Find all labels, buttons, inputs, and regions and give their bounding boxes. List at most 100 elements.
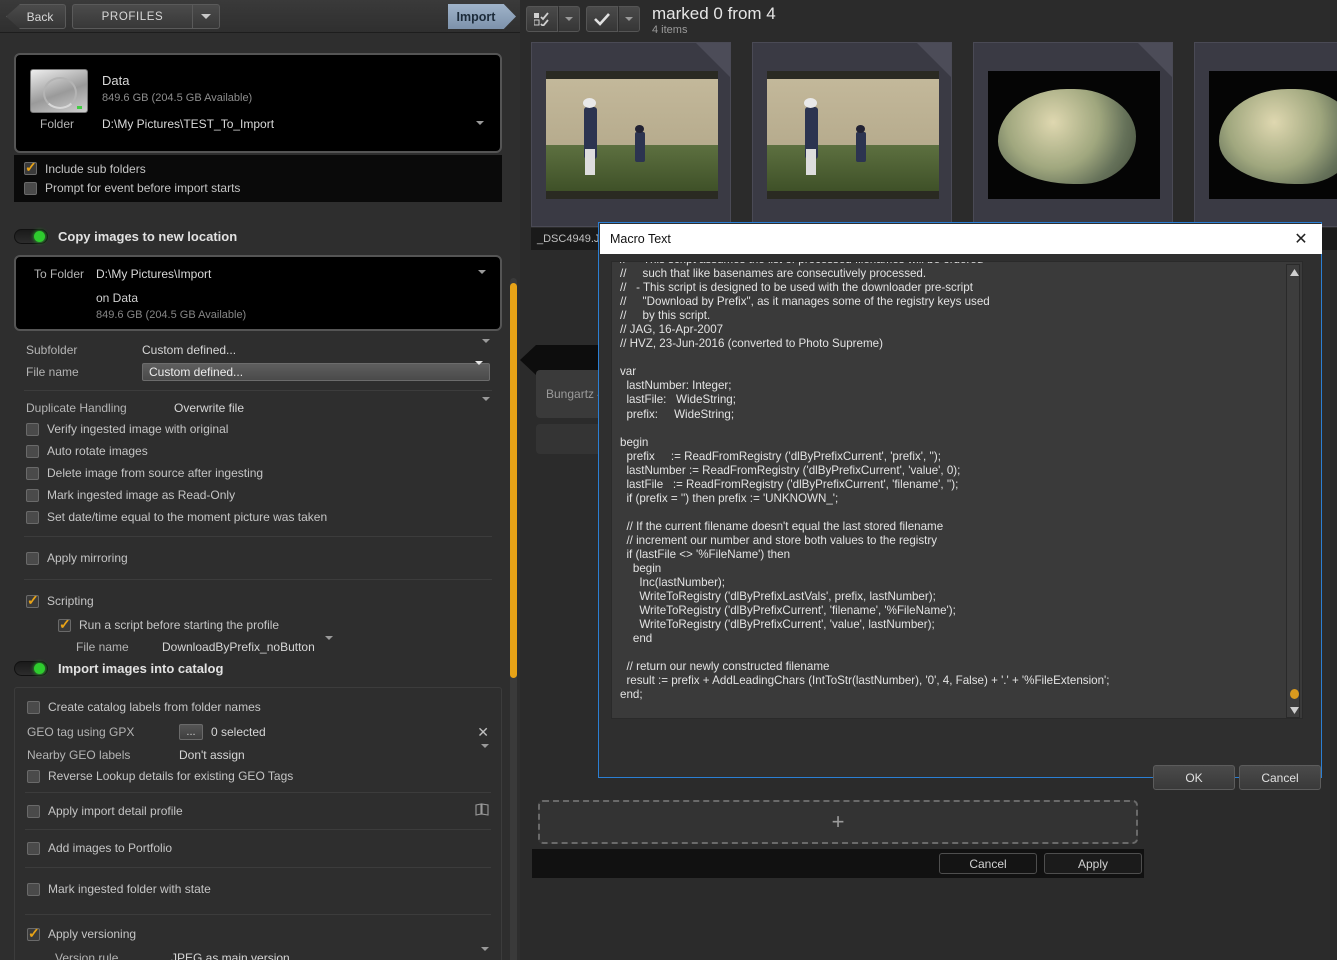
macro-dialog-titlebar[interactable]: Macro Text ✕	[600, 224, 1322, 254]
run-script-row[interactable]: Run a script before starting the profile	[14, 614, 502, 636]
nearby-geo-label: Nearby GEO labels	[27, 747, 131, 762]
geo-tag-browse-button[interactable]: ...	[179, 724, 203, 740]
thumbnail-cell[interactable]	[1194, 42, 1337, 227]
duplicate-handling-value[interactable]: Overwrite file	[174, 401, 244, 415]
subfolder-row[interactable]: Subfolder Custom defined...	[14, 338, 502, 360]
apply-mirroring-checkbox[interactable]	[26, 551, 39, 565]
back-button[interactable]: Back	[6, 4, 66, 29]
items-count-label: 4 items	[652, 24, 688, 36]
read-only-checkbox[interactable]	[26, 488, 39, 502]
ok-button[interactable]: OK	[1153, 765, 1235, 790]
prompt-for-event-checkbox[interactable]	[24, 181, 37, 195]
add-portfolio-row[interactable]: Add images to Portfolio	[15, 835, 501, 861]
mark-selection-dropdown[interactable]	[558, 6, 580, 32]
to-folder-value[interactable]: D:\My Pictures\Import	[96, 267, 211, 281]
clear-gpx-icon[interactable]: ✕	[477, 724, 489, 741]
thumbnail-cell[interactable]	[973, 42, 1173, 227]
chevron-down-icon	[478, 270, 486, 288]
mark-selection-button[interactable]	[526, 6, 558, 32]
version-rule-dropdown[interactable]	[481, 946, 489, 960]
apply-detail-profile-row[interactable]: Apply import detail profile	[15, 798, 501, 824]
prompt-for-event-row[interactable]: Prompt for event before import starts	[14, 177, 502, 199]
source-folder-dropdown[interactable]	[476, 121, 484, 139]
cancel-button[interactable]: Cancel	[1239, 765, 1321, 790]
geo-tag-row[interactable]: GEO tag using GPX ... 0 selected ✕	[15, 720, 501, 744]
run-script-checkbox[interactable]	[58, 616, 71, 632]
scroll-up-icon[interactable]	[1287, 265, 1301, 279]
scroll-down-icon[interactable]	[1287, 703, 1301, 717]
book-icon[interactable]	[475, 803, 489, 819]
nearby-geo-dropdown[interactable]	[481, 743, 489, 762]
copy-images-section-header[interactable]: Copy images to new location	[14, 223, 502, 249]
destination-folder-box[interactable]: To Folder D:\My Pictures\Import on Data …	[14, 255, 502, 331]
profiles-dropdown[interactable]	[192, 4, 220, 29]
script-file-name-label: File name	[76, 639, 129, 654]
script-file-dropdown[interactable]	[324, 635, 333, 654]
version-rule-row[interactable]: Version rule JPEG as main version	[15, 946, 501, 960]
nearby-geo-value[interactable]: Don't assign	[179, 748, 245, 762]
copy-images-toggle[interactable]	[14, 228, 48, 244]
source-folder-value[interactable]: D:\My Pictures\TEST_To_Import	[102, 117, 274, 131]
import-button[interactable]: Import	[448, 4, 516, 29]
apply-versioning-checkbox[interactable]	[27, 925, 40, 941]
delete-source-row[interactable]: Delete image from source after ingesting	[14, 462, 502, 484]
reverse-lookup-row[interactable]: Reverse Lookup details for existing GEO …	[15, 765, 501, 787]
auto-rotate-row[interactable]: Auto rotate images	[14, 440, 502, 462]
script-file-name-value[interactable]: DownloadByPrefix_noButton	[162, 640, 315, 654]
catalog-section-title: Import images into catalog	[58, 660, 224, 676]
mark-folder-state-row[interactable]: Mark ingested folder with state	[15, 874, 501, 904]
include-sub-folders-checkbox[interactable]	[24, 159, 37, 175]
verify-ingested-checkbox[interactable]	[26, 422, 39, 436]
subfolder-dropdown[interactable]	[482, 338, 490, 357]
macro-code-editor[interactable]: // - This script assumes the list of pro…	[611, 261, 1303, 719]
check-all-button[interactable]	[586, 6, 618, 32]
version-rule-value[interactable]: JPEG as main version	[171, 951, 290, 960]
geo-tag-label: GEO tag using GPX	[27, 725, 135, 739]
thumbnail-cell[interactable]	[531, 42, 731, 227]
chevron-down-icon	[482, 338, 490, 357]
include-sub-folders-row[interactable]: Include sub folders	[14, 155, 502, 177]
apply-mirroring-row[interactable]: Apply mirroring	[14, 545, 502, 571]
reverse-lookup-checkbox[interactable]	[27, 769, 40, 783]
set-datetime-row[interactable]: Set date/time equal to the moment pictur…	[14, 506, 502, 528]
prompt-for-event-label: Prompt for event before import starts	[45, 181, 241, 195]
file-name-row[interactable]: File name Custom defined...	[14, 360, 502, 384]
close-icon[interactable]: ✕	[1286, 228, 1316, 250]
auto-rotate-checkbox[interactable]	[26, 444, 39, 458]
left-panel-scroll-thumb[interactable]	[510, 283, 517, 678]
subfolder-value[interactable]: Custom defined...	[142, 343, 236, 357]
create-labels-row[interactable]: Create catalog labels from folder names	[15, 694, 501, 720]
nearby-geo-row[interactable]: Nearby GEO labels Don't assign	[15, 743, 501, 765]
apply-versioning-row[interactable]: Apply versioning	[15, 921, 501, 947]
verify-ingested-label: Verify ingested image with original	[47, 422, 229, 436]
import-profile-panel: Back PROFILES Import Data 849.6 GB (204.…	[0, 0, 520, 960]
mark-folder-state-checkbox[interactable]	[27, 882, 40, 896]
delete-source-checkbox[interactable]	[26, 466, 39, 480]
file-name-combo[interactable]: Custom defined...	[142, 361, 490, 381]
import-into-catalog-toggle[interactable]	[14, 660, 48, 676]
scripting-checkbox[interactable]	[26, 592, 39, 608]
chevron-down-icon	[475, 361, 483, 379]
create-labels-checkbox[interactable]	[27, 700, 40, 714]
thumbnail-cell[interactable]	[752, 42, 952, 227]
set-datetime-checkbox[interactable]	[26, 510, 39, 524]
duplicate-handling-dropdown[interactable]	[482, 396, 490, 415]
chevron-down-icon	[482, 396, 490, 415]
duplicate-handling-row[interactable]: Duplicate Handling Overwrite file	[14, 396, 502, 418]
apply-detail-profile-checkbox[interactable]	[27, 804, 40, 818]
profiles-button[interactable]: PROFILES	[72, 4, 192, 29]
source-drive-box[interactable]: Data 849.6 GB (204.5 GB Available) Folde…	[14, 53, 502, 153]
code-scrollbar[interactable]	[1286, 264, 1300, 718]
catalog-section-header[interactable]: Import images into catalog	[14, 655, 502, 681]
add-portfolio-checkbox[interactable]	[27, 841, 40, 855]
scripting-label: Scripting	[47, 594, 94, 608]
read-only-row[interactable]: Mark ingested image as Read-Only	[14, 484, 502, 506]
script-file-name-row[interactable]: File name DownloadByPrefix_noButton	[14, 635, 502, 657]
check-all-dropdown[interactable]	[618, 6, 640, 32]
hard-drive-icon	[30, 69, 88, 113]
to-folder-dropdown[interactable]	[478, 270, 486, 288]
verify-ingested-row[interactable]: Verify ingested image with original	[14, 418, 502, 440]
thumbnail-image	[988, 71, 1160, 199]
scripting-row[interactable]: Scripting	[14, 588, 502, 614]
code-scroll-thumb[interactable]	[1290, 689, 1299, 699]
